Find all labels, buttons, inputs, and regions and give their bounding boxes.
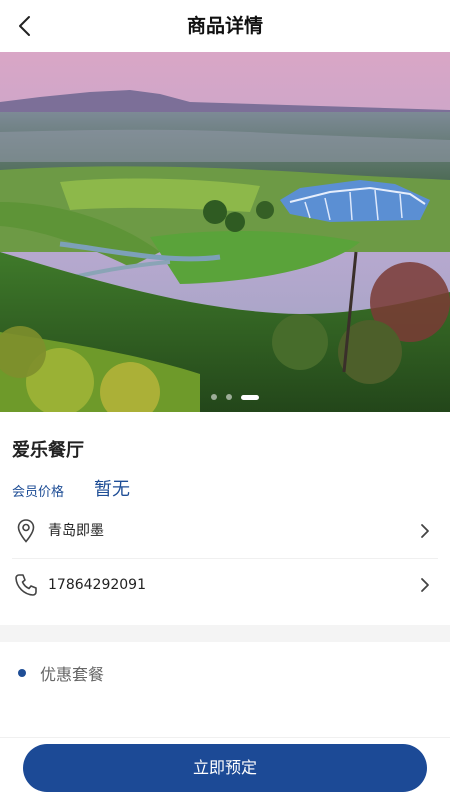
bullet-dot (18, 669, 26, 677)
phone-icon (15, 574, 37, 596)
shop-info-section: 爱乐餐厅 会员价格 暂无 青岛即墨 17864292091 (0, 412, 450, 625)
carousel-indicators (0, 394, 450, 400)
chevron-right-icon (421, 524, 429, 538)
member-price-label: 会员价格 (12, 485, 65, 500)
page-title: 商品详情 (186, 15, 263, 37)
package-title: 优惠套餐 (40, 665, 105, 684)
top-nav-bar: 商品详情 (0, 0, 450, 52)
carousel-dot[interactable] (211, 394, 217, 400)
shop-name: 爱乐餐厅 (12, 440, 84, 461)
phone-number: 17864292091 (48, 577, 146, 593)
bottom-action-bar: 立即预定 (0, 737, 450, 800)
address-row[interactable]: 青岛即墨 (0, 503, 450, 559)
address-text: 青岛即墨 (48, 523, 104, 539)
product-image-carousel[interactable] (0, 52, 450, 412)
member-price-value: 暂无 (94, 479, 130, 500)
chevron-right-icon (421, 578, 429, 592)
section-separator (0, 625, 450, 642)
phone-row[interactable]: 17864292091 (0, 557, 450, 613)
golf-course-photo (0, 52, 450, 412)
book-now-button[interactable]: 立即预定 (23, 744, 427, 792)
carousel-dot-active[interactable] (241, 394, 259, 400)
package-section: 优惠套餐 (0, 642, 450, 737)
carousel-dot[interactable] (226, 394, 232, 400)
location-pin-icon (17, 519, 35, 543)
